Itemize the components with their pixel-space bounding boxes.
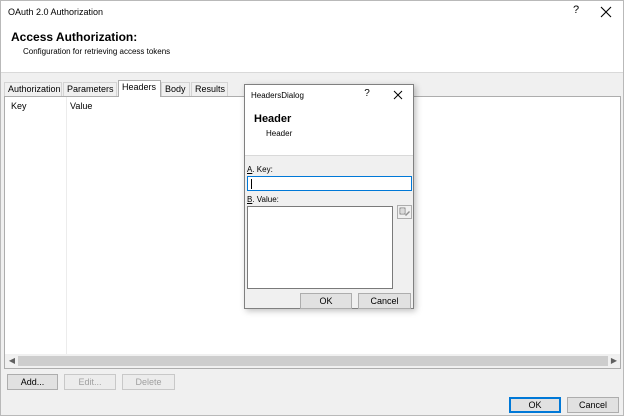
dialog-header: Header Header <box>245 105 413 156</box>
header-panel: Access Authorization: Configuration for … <box>1 23 623 73</box>
dialog-subheading: Header <box>266 129 293 138</box>
page-title: Access Authorization: <box>11 30 138 44</box>
delete-button[interactable]: Delete <box>122 374 175 390</box>
dialog-close-button[interactable] <box>391 88 405 102</box>
horizontal-scrollbar[interactable]: ◀ ▶ <box>5 354 620 368</box>
column-divider <box>66 97 67 355</box>
dialog-cancel-button[interactable]: Cancel <box>358 293 411 309</box>
tab-headers[interactable]: Headers <box>118 80 161 97</box>
help-button[interactable]: ? <box>569 4 583 20</box>
headers-dialog: HeadersDialog ? Header Header A. Key: B.… <box>244 84 414 309</box>
close-icon <box>393 90 403 100</box>
window-titlebar: OAuth 2.0 Authorization ? <box>1 1 623 23</box>
add-button[interactable]: Add... <box>7 374 58 390</box>
value-editor-button[interactable] <box>397 205 412 219</box>
key-label-text: . Key: <box>252 165 273 174</box>
dialog-title: HeadersDialog <box>251 91 304 100</box>
scroll-left-icon[interactable]: ◀ <box>7 356 17 366</box>
dialog-help-button[interactable]: ? <box>361 88 373 102</box>
value-label-text: . Value: <box>252 195 279 204</box>
tab-body[interactable]: Body <box>161 82 190 96</box>
dialog-ok-button[interactable]: OK <box>300 293 352 309</box>
text-caret <box>251 179 252 189</box>
window-title: OAuth 2.0 Authorization <box>8 7 104 17</box>
cancel-button[interactable]: Cancel <box>567 397 619 413</box>
close-icon <box>600 6 612 18</box>
scroll-right-icon[interactable]: ▶ <box>609 356 619 366</box>
column-header-value[interactable]: Value <box>70 101 92 111</box>
ok-button[interactable]: OK <box>509 397 561 413</box>
value-textarea[interactable] <box>247 206 393 289</box>
column-header-key[interactable]: Key <box>11 101 27 111</box>
edit-button[interactable]: Edit... <box>64 374 116 390</box>
edit-value-icon <box>399 207 410 216</box>
tab-parameters[interactable]: Parameters <box>63 82 117 96</box>
dialog-heading: Header <box>254 113 292 125</box>
dialog-titlebar: HeadersDialog ? <box>245 85 413 105</box>
close-button[interactable] <box>597 4 615 20</box>
page-subtitle: Configuration for retrieving access toke… <box>23 47 171 56</box>
value-label: B. Value: <box>247 195 279 204</box>
tab-authorization[interactable]: Authorization <box>4 82 62 96</box>
key-input[interactable] <box>247 176 412 191</box>
tab-results[interactable]: Results <box>191 82 228 96</box>
key-label: A. Key: <box>247 165 273 174</box>
scrollbar-thumb[interactable] <box>18 356 608 366</box>
